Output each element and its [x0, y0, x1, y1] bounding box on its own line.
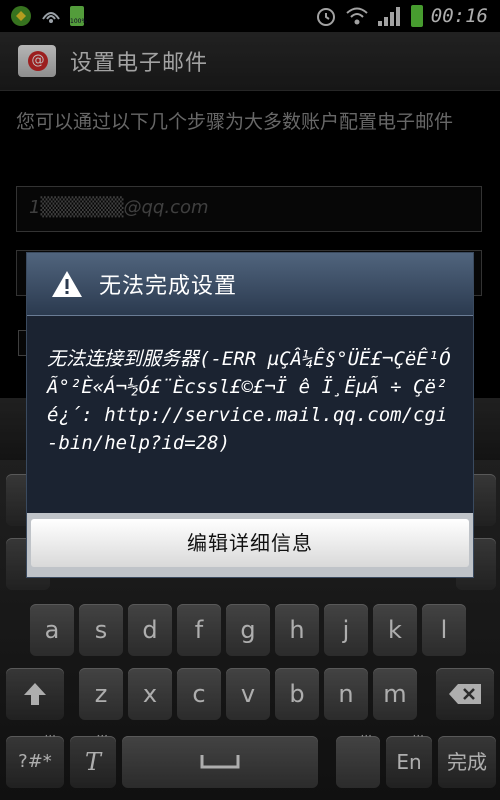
dialog-header: 无法完成设置 [27, 253, 473, 316]
error-dialog: 无法完成设置 无法连接到服务器(-ERR µÇÂ¼Ê§°ÜË£¬ÇëÊ¹ÓÃ°²… [26, 252, 474, 578]
dialog-message: 无法连接到服务器(-ERR µÇÂ¼Ê§°ÜË£¬ÇëÊ¹ÓÃ°²È«Á¬½Ó£… [47, 348, 451, 454]
warning-icon [52, 271, 82, 297]
edit-details-button[interactable]: 编辑详细信息 [31, 519, 469, 567]
dialog-title: 无法完成设置 [99, 274, 238, 299]
